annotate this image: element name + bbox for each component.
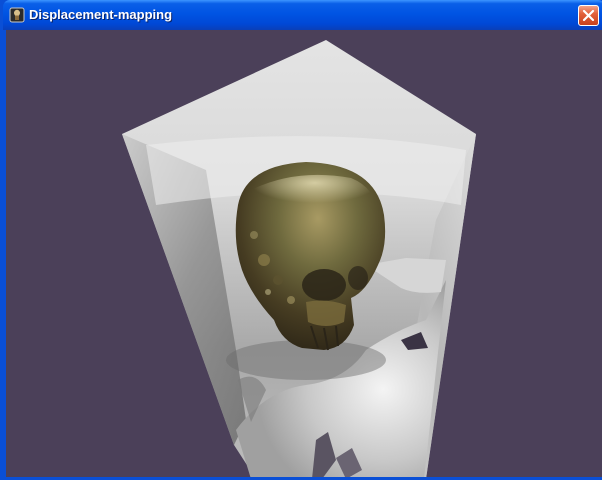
app-icon[interactable] <box>9 7 25 23</box>
close-button[interactable] <box>578 5 599 26</box>
window-title: Displacement-mapping <box>29 7 173 22</box>
title-bar[interactable]: Displacement-mapping <box>3 0 602 30</box>
app-window: Displacement-mapping <box>0 0 602 480</box>
close-icon <box>582 9 595 22</box>
rendered-scene <box>6 30 602 477</box>
render-viewport[interactable] <box>6 30 602 477</box>
